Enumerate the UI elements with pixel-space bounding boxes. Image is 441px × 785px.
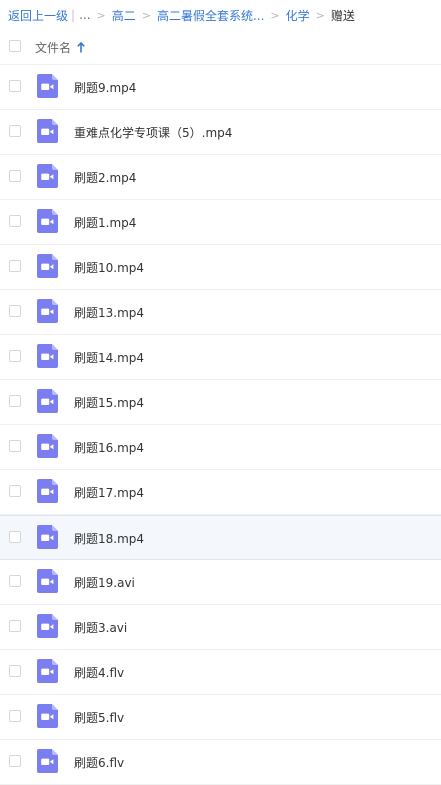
video-file-icon [37,299,58,323]
video-file-icon [37,164,58,188]
video-file-icon [37,659,58,683]
row-checkbox[interactable] [9,350,21,362]
video-file-icon [37,209,58,233]
breadcrumb-item-grade[interactable]: 高二 [112,7,136,24]
row-checkbox[interactable] [9,485,21,497]
breadcrumb: 返回上一级 | ... > 高二 > 高二暑假全套系统... > 化学 > 赠送 [0,0,441,30]
file-list-header: 文件名 [0,30,441,65]
video-file-icon [37,479,58,503]
row-checkbox[interactable] [9,620,21,632]
video-file-icon [37,749,58,773]
breadcrumb-separator: > [96,8,106,22]
breadcrumb-item-course[interactable]: 高二暑假全套系统... [157,7,264,24]
file-row[interactable]: 刷题2.mp4 [0,155,441,200]
breadcrumb-current: 赠送 [330,8,355,23]
video-file-icon [37,344,58,368]
row-checkbox[interactable] [9,215,21,227]
video-file-icon [37,254,58,278]
file-row[interactable]: 刷题15.mp4 [0,380,441,425]
file-name[interactable]: 刷题4.flv [74,664,124,681]
column-filename-label: 文件名 [35,41,72,55]
back-link[interactable]: 返回上一级 [8,7,68,24]
file-row[interactable]: 刷题16.mp4 [0,425,441,470]
select-all-checkbox[interactable] [9,40,21,52]
row-checkbox[interactable] [9,395,21,407]
breadcrumb-separator: > [270,8,280,22]
video-file-icon [37,569,58,593]
file-row[interactable]: 刷题5.flv [0,695,441,740]
file-name[interactable]: 刷题18.mp4 [74,530,144,547]
file-row[interactable]: 刷题9.mp4 [0,65,441,110]
video-file-icon [37,434,58,458]
breadcrumb-item-subject[interactable]: 化学 [286,7,310,24]
file-name[interactable]: 刷题17.mp4 [74,484,144,501]
row-checkbox[interactable] [9,260,21,272]
video-file-icon [37,704,58,728]
file-row[interactable]: 刷题3.avi [0,605,441,650]
file-row[interactable]: 重难点化学专项课（5）.mp4 [0,110,441,155]
file-row[interactable]: 刷题1.mp4 [0,200,441,245]
breadcrumb-separator: > [315,8,325,22]
breadcrumb-ellipsis[interactable]: ... [79,8,90,22]
file-name[interactable]: 刷题19.avi [74,574,135,591]
arrow-up-icon [77,42,85,53]
row-checkbox[interactable] [9,531,21,543]
file-name[interactable]: 刷题5.flv [74,709,124,726]
row-checkbox[interactable] [9,710,21,722]
file-row[interactable]: 刷题17.mp4 [0,470,441,515]
file-row[interactable]: 刷题6.flv [0,740,441,785]
file-row[interactable]: 刷题13.mp4 [0,290,441,335]
file-row[interactable]: 刷题4.flv [0,650,441,695]
file-name[interactable]: 刷题3.avi [74,619,127,636]
column-filename-header[interactable]: 文件名 [35,39,85,56]
video-file-icon [37,525,58,549]
breadcrumb-pipe: | [71,8,76,22]
file-name[interactable]: 刷题6.flv [74,754,124,771]
row-checkbox[interactable] [9,305,21,317]
row-checkbox[interactable] [9,755,21,767]
row-checkbox[interactable] [9,170,21,182]
file-name[interactable]: 刷题2.mp4 [74,169,136,186]
row-checkbox[interactable] [9,440,21,452]
file-name[interactable]: 刷题10.mp4 [74,259,144,276]
file-row[interactable]: 刷题14.mp4 [0,335,441,380]
row-checkbox[interactable] [9,80,21,92]
video-file-icon [37,74,58,98]
video-file-icon [37,614,58,638]
file-name[interactable]: 重难点化学专项课（5）.mp4 [74,124,232,141]
row-checkbox[interactable] [9,665,21,677]
file-row[interactable]: 刷题10.mp4 [0,245,441,290]
file-name[interactable]: 刷题13.mp4 [74,304,144,321]
file-list: 刷题9.mp4 重难点化学专项课（5）.mp4 刷题2.mp4 刷题1.mp4 刷题10… [0,65,441,785]
file-row[interactable]: 刷题18.mp4 [0,515,441,560]
file-name[interactable]: 刷题14.mp4 [74,349,144,366]
file-name[interactable]: 刷题15.mp4 [74,394,144,411]
file-row[interactable]: 刷题19.avi [0,560,441,605]
video-file-icon [37,119,58,143]
row-checkbox[interactable] [9,575,21,587]
video-file-icon [37,389,58,413]
file-name[interactable]: 刷题1.mp4 [74,214,136,231]
breadcrumb-separator: > [141,8,151,22]
row-checkbox[interactable] [9,125,21,137]
file-name[interactable]: 刷题9.mp4 [74,79,136,96]
file-name[interactable]: 刷题16.mp4 [74,439,144,456]
